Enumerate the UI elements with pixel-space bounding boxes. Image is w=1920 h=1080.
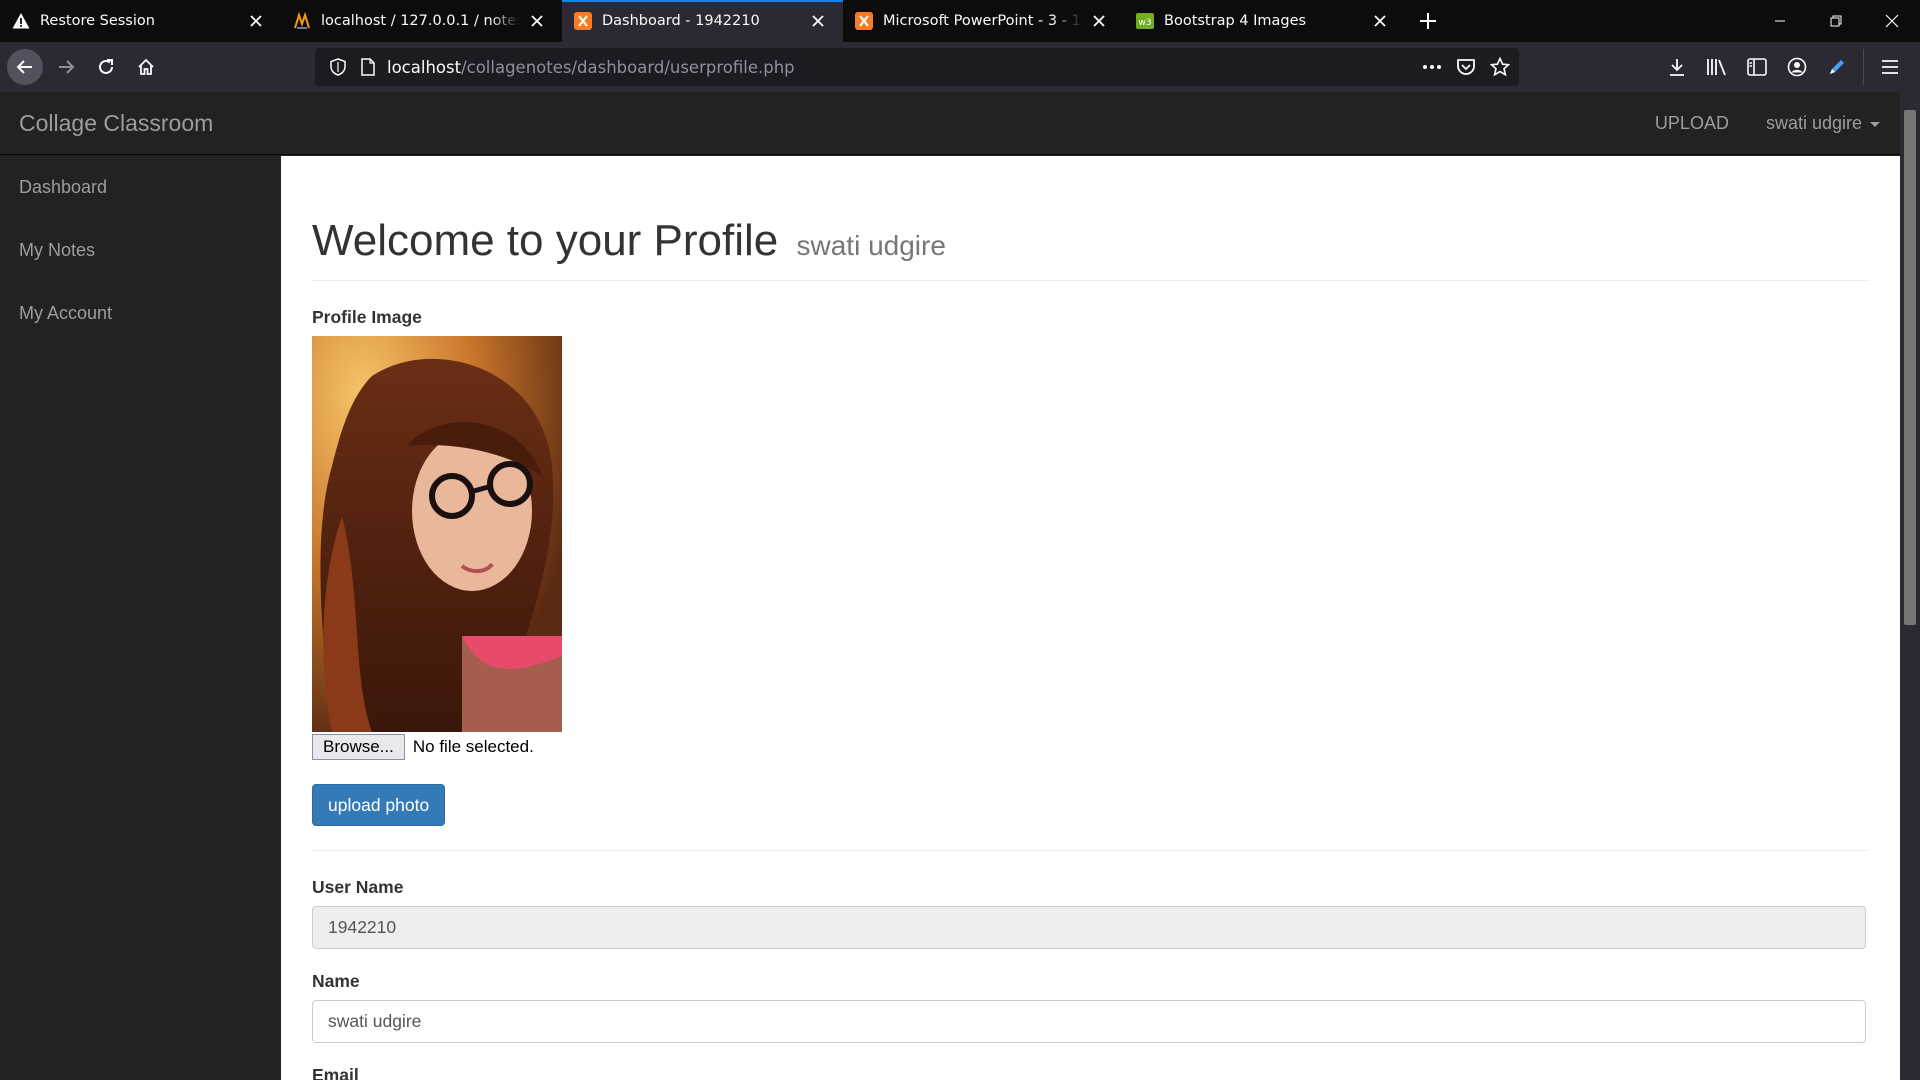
upload-nav-link[interactable]: UPLOAD [1655,113,1729,134]
user-menu-dropdown[interactable]: swati udgire [1766,113,1880,134]
profile-image-group: Profile Image Browse... No file selected… [312,307,1869,826]
app-navbar: Collage Classroom UPLOAD swati udgire [0,92,1900,155]
name-value: swati udgire [328,1011,422,1031]
close-window-button[interactable] [1864,0,1920,42]
file-status-text: No file selected. [412,737,534,756]
hamburger-menu-icon[interactable] [1876,53,1904,81]
library-icon[interactable] [1703,53,1731,81]
url-text[interactable]: localhost/collagenotes/dashboard/userpro… [387,58,795,77]
bookmark-star-icon[interactable] [1489,56,1511,78]
xampp-icon [574,12,592,30]
account-icon[interactable] [1783,53,1811,81]
shield-icon[interactable] [327,56,349,78]
name-field[interactable]: swati udgire [312,1000,1866,1043]
browse-button[interactable]: Browse... [312,734,405,760]
toolbar-icons [1663,49,1904,85]
browser-tab[interactable]: w3 Bootstrap 4 Images [1124,0,1405,42]
file-input[interactable]: Browse... No file selected. [312,734,1869,760]
reload-icon [99,59,113,74]
profile-photo [312,336,562,732]
sidebar-item-my-account[interactable]: My Account [0,281,281,344]
svg-text:w3: w3 [1138,18,1151,28]
browser-navbar: localhost/collagenotes/dashboard/userpro… [0,42,1920,92]
plus-icon [1420,13,1436,29]
page-title-subtitle: swati udgire [796,230,946,261]
xampp-icon [855,12,873,30]
sidebar-toggle-icon[interactable] [1743,53,1771,81]
tab-title: localhost / 127.0.0.1 / notes | phpMyAdm… [321,13,520,29]
page-info-icon[interactable] [357,56,379,78]
web-page: Collage Classroom UPLOAD swati udgire Da… [0,92,1920,1080]
restore-icon [1830,15,1842,27]
forward-button[interactable] [48,49,84,85]
browser-tab-strip: Restore Session localhost / 127.0.0.1 / … [0,0,1920,42]
phpmyadmin-icon [293,12,311,30]
email-label: Email [312,1065,359,1080]
restore-button[interactable] [1808,0,1864,42]
close-tab-icon[interactable] [245,10,267,32]
name-label: Name [312,971,360,991]
sidebar: Dashboard My Notes My Account [0,155,281,1080]
url-bar[interactable]: localhost/collagenotes/dashboard/userpro… [315,48,1519,86]
sidebar-item-my-notes[interactable]: My Notes [0,218,281,281]
page-header: Welcome to your Profile swati udgire [312,216,1869,281]
home-button[interactable] [128,49,164,85]
user-menu-label: swati udgire [1765,113,1862,133]
window-controls [1752,0,1920,42]
browser-tab-active[interactable]: Dashboard - 1942210 [562,0,843,42]
extension-pen-icon[interactable] [1823,53,1851,81]
name-group: Name swati udgire [312,971,1869,1043]
tab-title: Dashboard - 1942210 [602,13,760,29]
url-actions [1421,56,1511,78]
username-field[interactable]: 1942210 [312,906,1866,949]
close-tab-icon[interactable] [1369,10,1391,32]
url-path: /collagenotes/dashboard/userprofile.php [461,57,795,77]
tab-title: Microsoft PowerPoint - 3 - 1369 [883,13,1082,29]
sidebar-item-dashboard[interactable]: Dashboard [0,155,281,218]
warning-icon [12,12,30,30]
browser-tab[interactable]: Microsoft PowerPoint - 3 - 1369 [843,0,1124,42]
tab-title: Restore Session [40,13,155,29]
new-tab-button[interactable] [1405,0,1451,42]
back-button[interactable] [7,49,43,85]
browser-tab[interactable]: localhost / 127.0.0.1 / notes | phpMyAdm… [281,0,562,42]
reload-button[interactable] [88,49,124,85]
page-title-text: Welcome to your Profile [312,216,779,265]
minimize-icon [1775,20,1785,22]
username-value: 1942210 [328,917,397,937]
home-icon [138,58,154,75]
username-group: User Name 1942210 [312,877,1869,949]
scrollbar-thumb[interactable] [1904,110,1916,625]
main-content: Welcome to your Profile swati udgire Pro… [281,156,1900,1080]
minimize-button[interactable] [1752,0,1808,42]
divider [312,850,1869,851]
toolbar-separator [1863,49,1864,85]
close-tab-icon[interactable] [807,10,829,32]
app-navbar-right: UPLOAD swati udgire [1655,113,1880,134]
arrow-right-icon [59,60,75,74]
vertical-scrollbar[interactable] [1900,92,1920,1080]
email-group: Email [312,1065,1869,1080]
caret-down-icon [1870,121,1880,127]
arrow-left-icon [16,60,32,74]
url-host: localhost [387,57,462,77]
more-actions-icon[interactable] [1421,56,1443,78]
page-title: Welcome to your Profile swati udgire [312,216,1869,266]
app-brand[interactable]: Collage Classroom [19,110,213,137]
browser-tab[interactable]: Restore Session [0,0,281,42]
username-label: User Name [312,877,404,897]
upload-photo-button[interactable]: upload photo [312,784,446,826]
profile-image-label: Profile Image [312,307,422,327]
close-icon [1885,14,1899,28]
pocket-icon[interactable] [1455,56,1477,78]
close-tab-icon[interactable] [526,10,548,32]
download-icon[interactable] [1663,53,1691,81]
tab-title: Bootstrap 4 Images [1164,13,1307,29]
w3-icon: w3 [1136,12,1154,30]
close-tab-icon[interactable] [1088,10,1110,32]
